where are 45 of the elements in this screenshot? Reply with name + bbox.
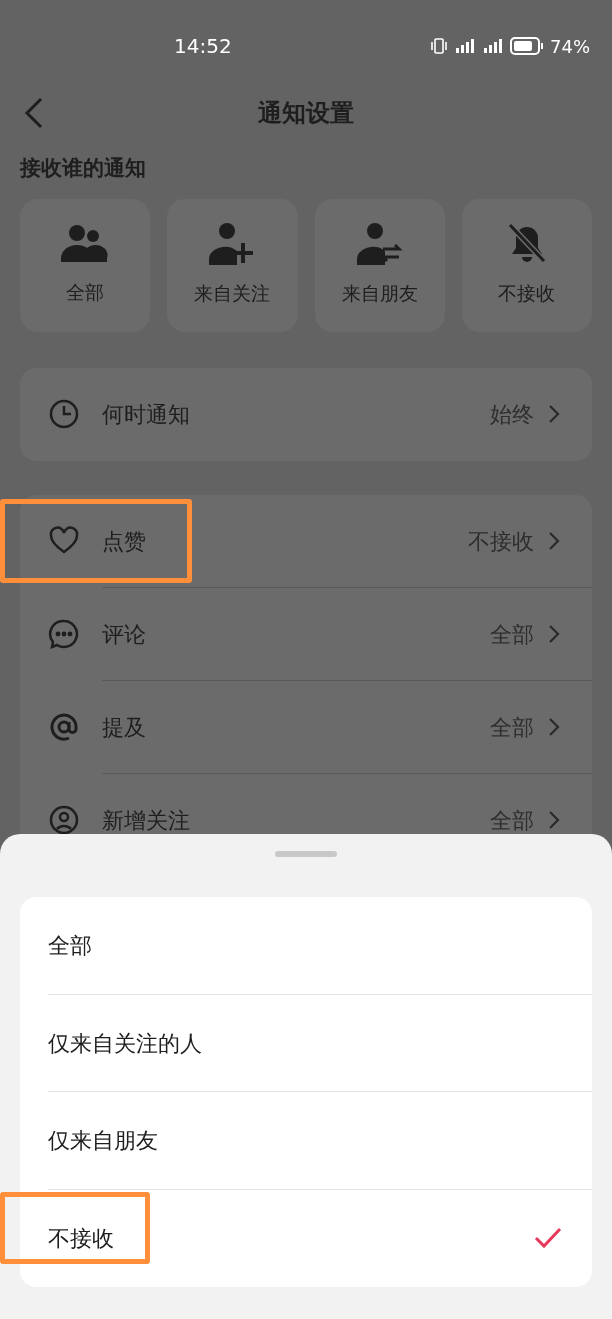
setting-label: 新增关注 xyxy=(102,806,190,835)
chevron-right-icon xyxy=(548,404,560,424)
at-sign-icon xyxy=(48,711,80,743)
audience-option[interactable]: 全部 xyxy=(20,198,151,332)
setting-label: 点赞 xyxy=(102,527,146,556)
battery-percent: 74% xyxy=(550,34,590,59)
setting-label: 提及 xyxy=(102,713,146,742)
setting-label: 评论 xyxy=(102,620,146,649)
page-title: 通知设置 xyxy=(258,97,354,129)
back-icon xyxy=(24,96,44,129)
signal-icon xyxy=(454,36,476,56)
sheet-option[interactable]: 不接收 xyxy=(20,1189,592,1287)
setting-value: 不接收 xyxy=(468,527,534,556)
status-time: 14:52 xyxy=(174,33,232,60)
person-arrows-icon xyxy=(356,222,403,265)
section-title: 接收谁的通知 xyxy=(20,155,147,182)
check-icon xyxy=(534,1227,562,1250)
audience-option[interactable]: 不接收 xyxy=(461,198,592,332)
setting-row[interactable]: 何时通知 始终 xyxy=(20,367,592,461)
setting-row[interactable]: 提及 全部 xyxy=(20,680,592,774)
setting-row[interactable]: 评论 全部 xyxy=(20,587,592,681)
chat-bubble-icon xyxy=(48,618,80,650)
setting-value: 全部 xyxy=(490,620,534,649)
chevron-right-icon xyxy=(548,531,560,551)
sheet-option[interactable]: 仅来自朋友 xyxy=(20,1092,592,1190)
setting-label: 何时通知 xyxy=(102,400,190,429)
people-icon xyxy=(61,223,110,264)
setting-row[interactable]: 点赞 不接收 xyxy=(20,494,592,588)
sheet-option[interactable]: 全部 xyxy=(20,897,592,995)
person-circle-icon xyxy=(48,804,80,836)
setting-value: 全部 xyxy=(490,713,534,742)
battery-icon xyxy=(510,37,544,55)
setting-value: 始终 xyxy=(490,400,534,429)
clock-icon xyxy=(48,398,80,430)
chevron-right-icon xyxy=(548,810,560,830)
audience-option[interactable]: 来自朋友 xyxy=(314,198,445,332)
chevron-right-icon xyxy=(548,717,560,737)
person-plus-icon xyxy=(209,222,256,265)
chevron-right-icon xyxy=(548,624,560,644)
sheet-option[interactable]: 仅来自关注的人 xyxy=(20,994,592,1092)
signal-icon xyxy=(482,36,504,56)
setting-value: 全部 xyxy=(490,806,534,835)
drag-handle[interactable] xyxy=(275,851,337,857)
audience-option[interactable]: 来自关注 xyxy=(167,198,298,332)
vibrate-icon xyxy=(430,36,448,56)
